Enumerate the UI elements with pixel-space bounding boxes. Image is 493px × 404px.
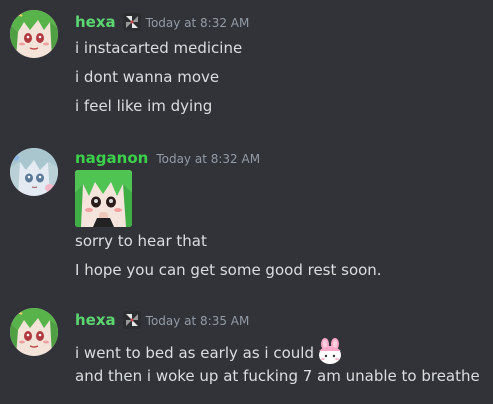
message-text: I hope you can get some good rest soon. <box>75 261 382 279</box>
message-header: naganon Today at 8:32 AM <box>75 147 260 169</box>
avatar[interactable] <box>10 308 58 356</box>
pinwheel-icon[interactable] <box>122 12 142 32</box>
chat-messages: hexa Today at 8:32 AM i instacarted medi… <box>0 0 493 404</box>
timestamp[interactable]: Today at 8:32 AM <box>146 16 250 30</box>
message-group: naganon Today at 8:32 AM sorry to hear t… <box>0 140 493 285</box>
message-header: hexa Today at 8:35 AM <box>75 309 249 331</box>
username[interactable]: hexa <box>75 13 116 31</box>
avatar[interactable] <box>10 10 58 58</box>
message-text: i feel like im dying <box>75 97 213 115</box>
avatar[interactable] <box>10 148 58 196</box>
message-text-content: i went to bed as early as i could <box>75 344 314 362</box>
timestamp[interactable]: Today at 8:32 AM <box>156 152 260 166</box>
pinwheel-icon[interactable] <box>122 310 142 330</box>
message-text: sorry to hear that <box>75 232 207 250</box>
timestamp[interactable]: Today at 8:35 AM <box>146 314 250 328</box>
username[interactable]: naganon <box>75 149 148 167</box>
message-header: hexa Today at 8:32 AM <box>75 11 249 33</box>
message-text: i instacarted medicine <box>75 39 243 57</box>
anime-girl-sticker[interactable] <box>75 170 132 227</box>
message-group: hexa Today at 8:32 AM i instacarted medi… <box>0 0 493 130</box>
message-text: and then i woke up at fucking 7 am unabl… <box>75 367 480 385</box>
message-text: i went to bed as early as i could <box>75 337 344 365</box>
pink-bunny-emoji[interactable] <box>316 337 344 365</box>
message-text: i dont wanna move <box>75 68 220 86</box>
message-group: hexa Today at 8:35 AM i went to bed as e… <box>0 300 493 404</box>
username[interactable]: hexa <box>75 311 116 329</box>
